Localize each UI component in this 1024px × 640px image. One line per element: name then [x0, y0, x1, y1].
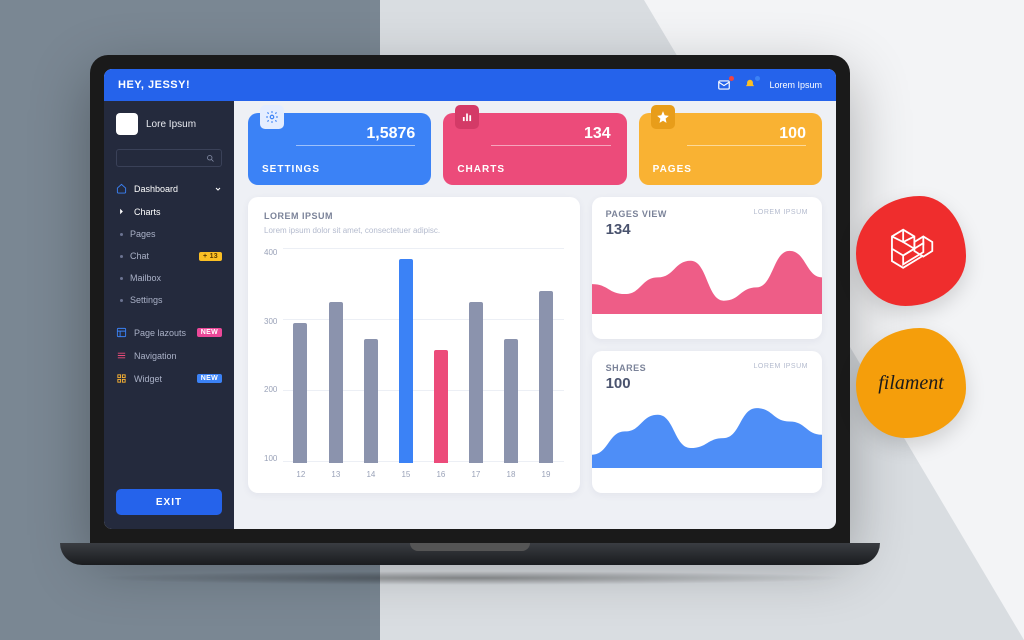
sidebar-item-page-layouts[interactable]: Page lazouts NEW: [104, 321, 234, 344]
bell-icon[interactable]: [743, 78, 757, 92]
shares-panel: SHARES 100 LOREM IPSUM: [592, 351, 822, 493]
new-badge: NEW: [197, 374, 222, 383]
star-icon: [651, 105, 675, 129]
panel-title: LOREM IPSUM: [264, 211, 564, 221]
bars-icon: [455, 105, 479, 129]
sidebar-item-charts[interactable]: Charts: [104, 200, 234, 223]
card-value: 1,5876: [366, 125, 415, 143]
topbar-user-label[interactable]: Lorem Ipsum: [769, 80, 822, 90]
panel-value: 134: [606, 221, 667, 238]
panel-meta: LOREM IPSUM: [753, 363, 808, 370]
chart-bars: 1213141516171819: [283, 248, 563, 479]
panel-subtitle: Lorem ipsum dolor sit amet, consectetuer…: [264, 225, 564, 236]
laptop-frame: HEY, JESSY! Lorem Ipsum Lore Ipsum: [90, 55, 850, 585]
chat-badge: + 13: [199, 252, 222, 261]
sidebar-item-settings[interactable]: Settings: [104, 289, 234, 311]
area-chart-shares: [592, 398, 822, 468]
sidebar-item-mailbox[interactable]: Mailbox: [104, 267, 234, 289]
menu-icon: [116, 350, 127, 361]
bar-chart-panel: LOREM IPSUM Lorem ipsum dolor sit amet, …: [248, 197, 580, 493]
chevron-down-icon: [214, 185, 222, 193]
chart-x-axis: 1213141516171819: [283, 470, 563, 479]
bar: [469, 302, 483, 463]
mail-icon[interactable]: [717, 78, 731, 92]
topbar: HEY, JESSY! Lorem Ipsum: [104, 69, 836, 101]
gear-icon: [260, 105, 284, 129]
card-title: CHARTS: [457, 164, 505, 175]
greeting-text: HEY, JESSY!: [118, 79, 190, 91]
pages-view-panel: PAGES VIEW 134 LOREM IPSUM: [592, 197, 822, 339]
sidebar-item-chat[interactable]: Chat+ 13: [104, 245, 234, 267]
chart-y-axis: 400300200100: [264, 248, 283, 479]
bar: [434, 350, 448, 463]
bar: [364, 339, 378, 463]
search-icon: [206, 154, 215, 163]
new-badge: NEW: [197, 328, 222, 337]
filament-label: filament: [878, 372, 944, 395]
area-chart-pages: [592, 244, 822, 314]
bar: [293, 323, 307, 463]
card-value: 134: [584, 125, 611, 143]
main-content: 1,5876 SETTINGS 134 CHARTS 100 PAGES LOREM IP…: [234, 101, 836, 529]
sidebar: Lore Ipsum Dashboard Charts: [104, 101, 234, 529]
sidebar-item-pages[interactable]: Pages: [104, 223, 234, 245]
stat-card-pages[interactable]: 100 PAGES: [639, 113, 822, 185]
profile-name: Lore Ipsum: [146, 119, 196, 130]
search-input[interactable]: [116, 149, 222, 167]
grid-icon: [116, 373, 127, 384]
panel-title: PAGES VIEW: [606, 209, 667, 219]
panel-meta: LOREM IPSUM: [753, 209, 808, 216]
profile-block[interactable]: Lore Ipsum: [104, 111, 234, 145]
card-value: 100: [779, 125, 806, 143]
chevron-right-icon: [116, 206, 127, 217]
panel-title: SHARES: [606, 363, 647, 373]
avatar: [116, 113, 138, 135]
sidebar-item-dashboard[interactable]: Dashboard: [104, 177, 234, 200]
exit-button[interactable]: EXIT: [116, 489, 222, 515]
laravel-icon: [883, 223, 939, 279]
sidebar-item-widget[interactable]: Widget NEW: [104, 367, 234, 390]
bar: [329, 302, 343, 463]
panel-value: 100: [606, 375, 647, 392]
layout-icon: [116, 327, 127, 338]
stat-card-settings[interactable]: 1,5876 SETTINGS: [248, 113, 431, 185]
sidebar-item-navigation[interactable]: Navigation: [104, 344, 234, 367]
stat-card-charts[interactable]: 134 CHARTS: [443, 113, 626, 185]
card-title: SETTINGS: [262, 164, 320, 175]
bar: [399, 259, 413, 463]
bar: [539, 291, 553, 463]
home-icon: [116, 183, 127, 194]
card-title: PAGES: [653, 164, 692, 175]
bar: [504, 339, 518, 463]
